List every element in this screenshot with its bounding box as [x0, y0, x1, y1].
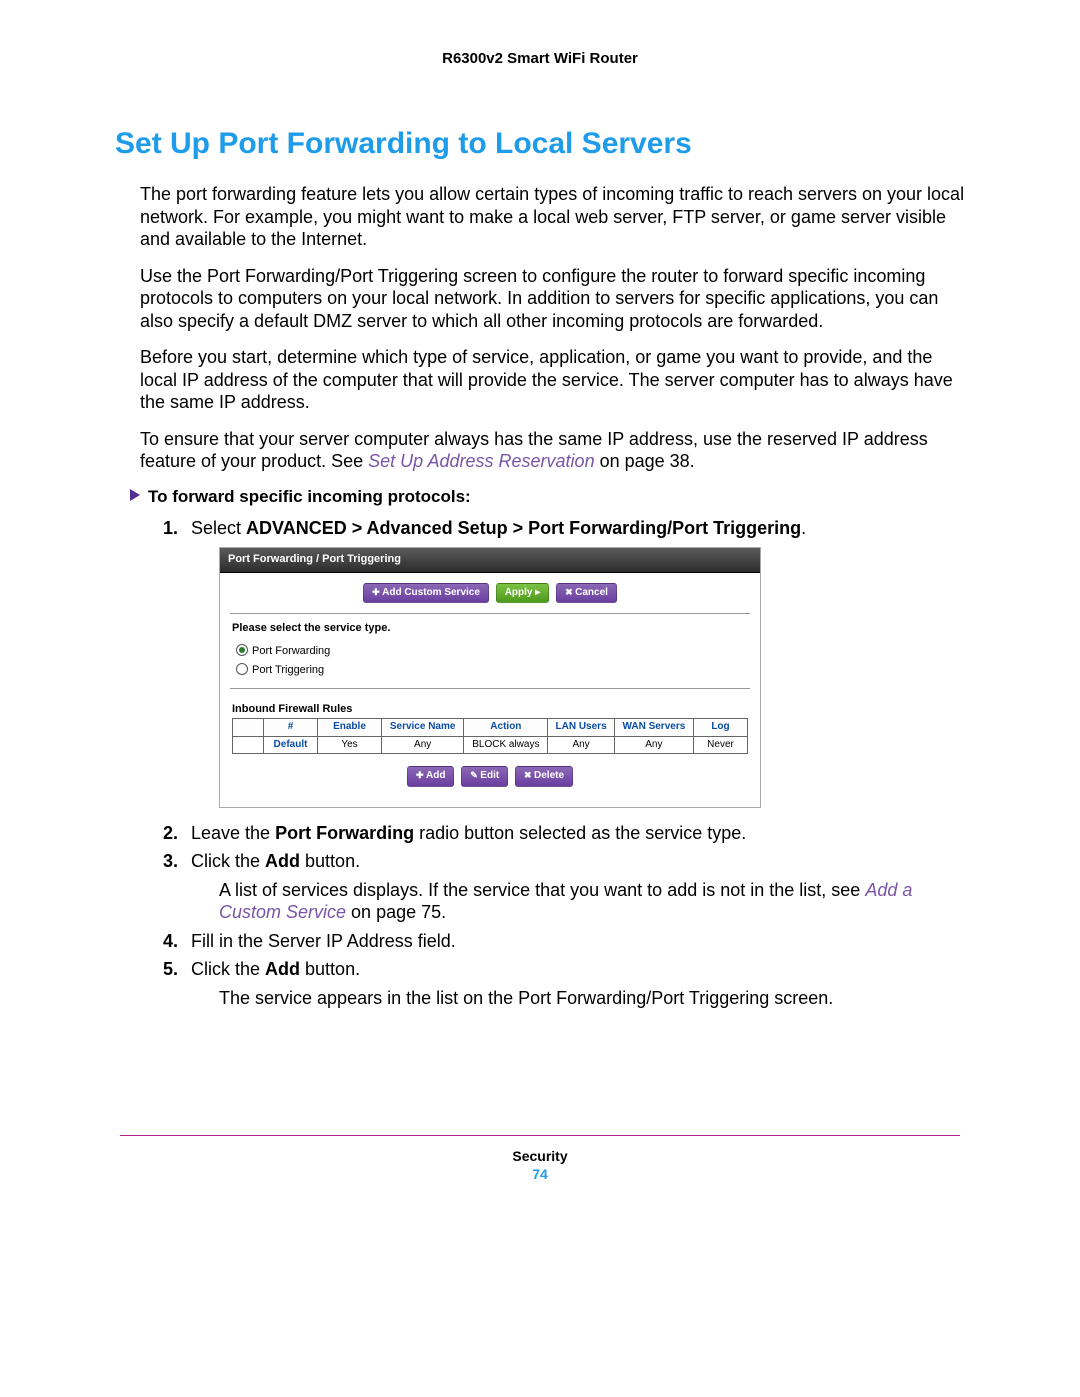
col-lan: LAN Users — [548, 719, 614, 737]
text: radio button selected as the service typ… — [414, 823, 746, 843]
radio-icon — [236, 644, 248, 656]
step-5: 5. Click the Add button. The service app… — [163, 958, 965, 1009]
footer-page-number: 74 — [0, 1166, 1080, 1182]
radio-label: Port Triggering — [252, 664, 324, 676]
text: Click the — [191, 959, 265, 979]
bold-text: Port Forwarding — [275, 823, 414, 843]
cell-enable: Yes — [318, 736, 382, 754]
port-forwarding-panel: Port Forwarding / Port Triggering Add Cu… — [219, 547, 761, 808]
text: button. — [300, 851, 360, 871]
text: Leave the — [191, 823, 275, 843]
page-title: Set Up Port Forwarding to Local Servers — [115, 127, 965, 161]
link-address-reservation[interactable]: Set Up Address Reservation — [368, 451, 594, 471]
apply-button[interactable]: Apply — [496, 583, 550, 604]
text: button. — [300, 959, 360, 979]
col-select — [233, 719, 264, 737]
page-header: R6300v2 Smart WiFi Router — [115, 50, 965, 67]
bold-text: Add — [265, 959, 300, 979]
cell-select — [233, 736, 264, 754]
text: . — [801, 518, 806, 538]
table-row[interactable]: Default Yes Any BLOCK always Any Any Nev… — [233, 736, 748, 754]
step-1: 1. Select ADVANCED > Advanced Setup > Po… — [163, 517, 965, 808]
bold-text: Add — [265, 851, 300, 871]
step-3-follow: A list of services displays. If the serv… — [219, 879, 965, 924]
col-wan: WAN Servers — [614, 719, 693, 737]
cell-log: Never — [694, 736, 748, 754]
cell-lan: Any — [548, 736, 614, 754]
step-3: 3. Click the Add button. A list of servi… — [163, 850, 965, 924]
step-number: 3. — [163, 850, 178, 873]
cell-action: BLOCK always — [464, 736, 548, 754]
text: on page 75. — [346, 902, 446, 922]
add-custom-service-button[interactable]: Add Custom Service — [363, 583, 489, 604]
col-service: Service Name — [382, 719, 464, 737]
step-number: 2. — [163, 822, 178, 845]
intro-para-2: Use the Port Forwarding/Port Triggering … — [140, 265, 965, 333]
radio-icon — [236, 663, 248, 675]
service-type-label: Please select the service type. — [232, 622, 748, 636]
cell-wan: Any — [614, 736, 693, 754]
delete-button[interactable]: Delete — [515, 766, 573, 787]
panel-top-buttons: Add Custom Service Apply Cancel — [220, 573, 760, 614]
text: Click the — [191, 851, 265, 871]
cell-service: Any — [382, 736, 464, 754]
step-number: 1. — [163, 517, 178, 540]
text: A list of services displays. If the serv… — [219, 880, 865, 900]
footer-divider — [120, 1135, 960, 1136]
step-number: 4. — [163, 930, 178, 953]
footer-section: Security — [0, 1148, 1080, 1164]
intro-para-4: To ensure that your server computer alwa… — [140, 428, 965, 473]
radio-port-triggering[interactable]: Port Triggering — [232, 661, 748, 680]
cancel-button[interactable]: Cancel — [556, 583, 617, 604]
firewall-rules-table: # Enable Service Name Action LAN Users W… — [232, 718, 748, 754]
page-footer: Security 74 — [0, 1148, 1080, 1182]
intro-para-1: The port forwarding feature lets you all… — [140, 183, 965, 251]
text: Select — [191, 518, 246, 538]
cell-num: Default — [264, 736, 318, 754]
panel-bottom-buttons: Add Edit Delete — [232, 754, 748, 799]
step-5-follow: The service appears in the list on the P… — [219, 987, 965, 1010]
radio-label: Port Forwarding — [252, 645, 330, 657]
radio-port-forwarding[interactable]: Port Forwarding — [232, 642, 748, 661]
col-log: Log — [694, 719, 748, 737]
intro-para-3: Before you start, determine which type o… — [140, 346, 965, 414]
col-enable: Enable — [318, 719, 382, 737]
menu-path: ADVANCED > Advanced Setup > Port Forward… — [246, 518, 801, 538]
step-4: 4. Fill in the Server IP Address field. — [163, 930, 965, 953]
step-2: 2. Leave the Port Forwarding radio butto… — [163, 822, 965, 845]
col-num: # — [264, 719, 318, 737]
procedure-heading: To forward specific incoming protocols: — [130, 487, 965, 507]
add-button[interactable]: Add — [407, 766, 455, 787]
text: Fill in the Server IP Address field. — [191, 931, 456, 951]
edit-button[interactable]: Edit — [461, 766, 508, 787]
text: on page 38. — [595, 451, 695, 471]
procedure-heading-text: To forward specific incoming protocols: — [148, 487, 471, 506]
table-header-row: # Enable Service Name Action LAN Users W… — [233, 719, 748, 737]
panel-title: Port Forwarding / Port Triggering — [220, 548, 760, 573]
step-number: 5. — [163, 958, 178, 981]
col-action: Action — [464, 719, 548, 737]
rules-label: Inbound Firewall Rules — [232, 703, 748, 717]
arrow-icon — [130, 489, 140, 501]
